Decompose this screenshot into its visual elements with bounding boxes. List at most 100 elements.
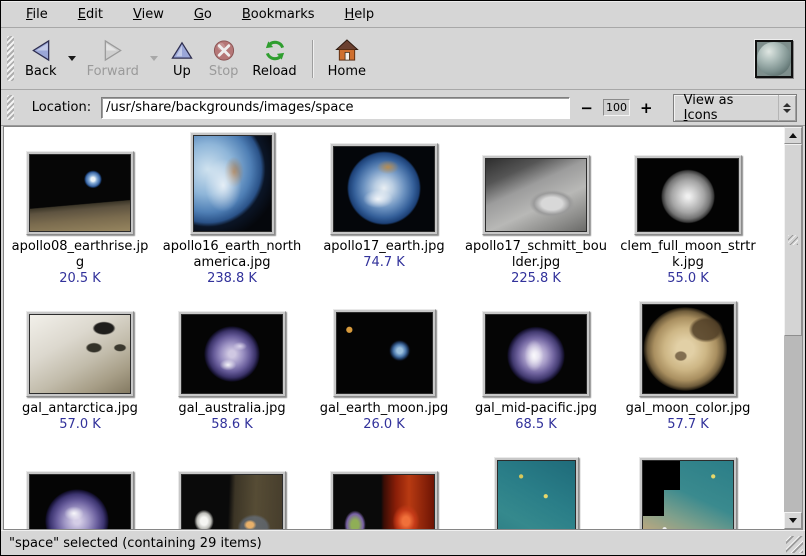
thumbnail-container: [639, 305, 737, 397]
toolbar-drag-handle[interactable]: [7, 36, 14, 82]
file-thumbnail[interactable]: [485, 314, 587, 394]
thumbnail-frame: [330, 471, 438, 530]
thumbnail-container: [330, 137, 438, 235]
forward-dropdown-arrow[interactable]: [146, 36, 162, 82]
file-thumbnail[interactable]: [333, 146, 435, 232]
file-size: 238.8 K: [207, 271, 257, 287]
forward-button[interactable]: Forward: [80, 36, 146, 82]
scroll-down-button[interactable]: [784, 512, 802, 529]
location-input[interactable]: [101, 97, 570, 119]
zoom-out-button[interactable]: −: [576, 97, 597, 119]
file-item[interactable]: [460, 459, 612, 530]
reload-button[interactable]: Reload: [245, 36, 303, 82]
menu-go[interactable]: Go: [179, 4, 227, 25]
throbber-globe-icon: [757, 42, 791, 76]
menu-file[interactable]: File: [11, 4, 63, 25]
file-thumbnail[interactable]: [29, 154, 131, 232]
scrollbar-thumb[interactable]: [784, 144, 802, 336]
thumbnail-frame: [26, 311, 134, 397]
file-thumbnail[interactable]: [497, 460, 576, 530]
stop-button[interactable]: Stop: [202, 36, 246, 82]
file-item[interactable]: [308, 459, 460, 530]
file-item[interactable]: apollo08_earthrise.jpg 20.5 K: [4, 137, 156, 287]
file-thumbnail[interactable]: [29, 474, 131, 530]
back-dropdown-arrow[interactable]: [64, 36, 80, 82]
file-thumbnail[interactable]: [642, 460, 734, 530]
chevron-down-icon: [150, 56, 158, 61]
file-thumbnail[interactable]: [336, 312, 433, 394]
thumbnail-container: [639, 459, 737, 530]
file-thumbnail[interactable]: [637, 158, 739, 232]
file-item[interactable]: [156, 459, 308, 530]
up-label: Up: [173, 64, 191, 79]
home-label: Home: [328, 64, 366, 79]
file-thumbnail[interactable]: [29, 314, 131, 394]
file-item[interactable]: gal_antarctica.jpg 57.0 K: [4, 305, 156, 433]
file-item[interactable]: gal_moon_color.jpg 57.7 K: [612, 305, 764, 433]
thumbnail-frame: [190, 132, 275, 235]
file-item[interactable]: gal_earth_moon.jpg 26.0 K: [308, 305, 460, 433]
thumbnail-frame: [634, 155, 742, 235]
file-name: apollo08_earthrise.jpg: [9, 239, 151, 271]
file-name: apollo16_earth_northamerica.jpg: [161, 239, 303, 271]
thumbnail-frame: [178, 471, 286, 530]
file-thumbnail[interactable]: [181, 314, 283, 394]
location-bar-drag-handle[interactable]: [7, 95, 14, 120]
file-item[interactable]: [612, 459, 764, 530]
menu-view[interactable]: View: [118, 4, 179, 25]
file-size: 55.0 K: [667, 271, 709, 287]
file-manager-window: File Edit View Go Bookmarks Help Back F: [0, 0, 806, 556]
thumbnail-container: [482, 137, 590, 235]
home-icon: [334, 39, 360, 62]
thumbnail-container: [26, 137, 134, 235]
file-thumbnail[interactable]: [193, 135, 272, 232]
zoom-in-button[interactable]: +: [636, 97, 657, 119]
chevron-down-icon: [68, 56, 76, 61]
file-item[interactable]: apollo17_schmitt_boulder.jpg 225.8 K: [460, 137, 612, 287]
file-size: 58.6 K: [211, 417, 253, 433]
file-size: 57.0 K: [59, 417, 101, 433]
status-bar: "space" selected (containing 29 items): [1, 530, 805, 555]
resize-grip[interactable]: [786, 536, 803, 553]
file-item[interactable]: gal_australia.jpg 58.6 K: [156, 305, 308, 433]
file-item[interactable]: apollo17_earth.jpg 74.7 K: [308, 137, 460, 287]
thumbnail-frame: [333, 309, 436, 397]
zoom-level-indicator[interactable]: 100: [603, 99, 630, 116]
scroll-up-button[interactable]: [784, 127, 802, 144]
file-name: gal_earth_moon.jpg: [320, 401, 449, 417]
file-item[interactable]: apollo16_earth_northamerica.jpg 238.8 K: [156, 137, 308, 287]
scrollbar-track[interactable]: [784, 144, 802, 512]
view-mode-dropdown[interactable]: View as Icons: [673, 94, 797, 122]
thumbnail-container: [494, 459, 579, 530]
menu-help[interactable]: Help: [330, 4, 390, 25]
file-name: clem_full_moon_strtrk.jpg: [617, 239, 759, 271]
toolbar-separator: [312, 40, 313, 78]
home-button[interactable]: Home: [321, 36, 373, 82]
menu-edit[interactable]: Edit: [63, 4, 118, 25]
file-thumbnail[interactable]: [333, 474, 435, 530]
file-thumbnail[interactable]: [485, 158, 587, 232]
throbber: [755, 40, 793, 78]
vertical-scrollbar[interactable]: [784, 126, 803, 530]
file-item[interactable]: clem_full_moon_strtrk.jpg 55.0 K: [612, 137, 764, 287]
back-button[interactable]: Back: [18, 36, 64, 82]
thumbnail-container: [26, 305, 134, 397]
icon-view[interactable]: apollo08_earthrise.jpg 20.5 K apollo16_e…: [3, 126, 784, 530]
file-item[interactable]: [4, 459, 156, 530]
file-item[interactable]: gal_mid-pacific.jpg 68.5 K: [460, 305, 612, 433]
file-thumbnail[interactable]: [181, 474, 283, 530]
file-size: 225.8 K: [511, 271, 561, 287]
menu-bookmarks[interactable]: Bookmarks: [227, 4, 330, 25]
back-label: Back: [25, 64, 57, 79]
stop-label: Stop: [209, 64, 239, 79]
content-area: apollo08_earthrise.jpg 20.5 K apollo16_e…: [3, 126, 803, 530]
file-thumbnail[interactable]: [642, 304, 734, 394]
forward-icon: [100, 39, 126, 62]
thumbnail-frame: [26, 151, 134, 235]
view-mode-dropdown-button[interactable]: [778, 95, 796, 121]
scroll-up-arrow-icon: [789, 133, 797, 138]
thumbnail-container: [333, 305, 436, 397]
file-size: 74.7 K: [363, 255, 405, 271]
up-button[interactable]: Up: [162, 36, 202, 82]
location-label: Location:: [32, 100, 91, 115]
